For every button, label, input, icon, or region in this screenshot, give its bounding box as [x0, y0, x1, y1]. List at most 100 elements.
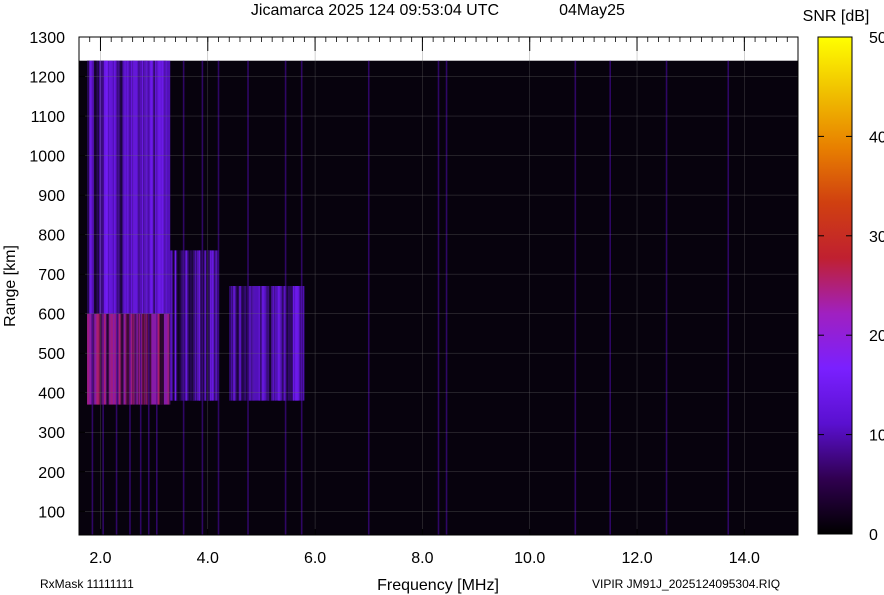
heatmap-streak [142, 313, 145, 405]
plot-area [78, 36, 799, 536]
heatmap-streak [180, 250, 183, 401]
y-tick-label: 800 [38, 228, 65, 245]
y-tick-label: 600 [38, 307, 65, 324]
x-tick-label: 2.0 [89, 550, 111, 567]
interference-line [367, 60, 370, 535]
heatmap-streak [105, 60, 107, 314]
heatmap-streak [111, 313, 113, 405]
y-tick-label: 700 [38, 267, 65, 284]
interference-line [115, 60, 118, 535]
heatmap-streak [118, 313, 121, 405]
heatmap-streak [125, 313, 129, 405]
heatmap-streak [293, 286, 295, 401]
chart-date: 04May25 [559, 2, 625, 19]
x-tick-label: 4.0 [197, 550, 219, 567]
colorbar-tick-label: 10 [869, 428, 884, 445]
y-tick-label: 900 [38, 188, 65, 205]
heatmap-streak [157, 60, 160, 314]
interference-line [574, 60, 577, 535]
heatmap-streak [289, 286, 292, 401]
heatmap-streak [137, 313, 139, 405]
colorbar: SNR [dB] 0 10 20 30 40 50 [803, 8, 884, 544]
heatmap-streak [238, 286, 241, 401]
heatmap-streak [114, 60, 116, 314]
heatmap-streak [274, 286, 277, 401]
interference-line [609, 60, 612, 535]
heatmap-streak [164, 60, 167, 314]
heatmap-streak [249, 286, 252, 401]
colorbar-gradient [817, 36, 853, 535]
y-axis-label: Range [km] [2, 245, 19, 327]
colorbar-tick-label: 20 [869, 328, 884, 345]
heatmap-streak [121, 313, 124, 405]
heatmap-streak [95, 60, 98, 314]
heatmap-streak [157, 313, 160, 405]
heatmap-streak [193, 250, 196, 401]
heatmap-streak [266, 286, 269, 401]
heatmap-streak [236, 286, 239, 401]
heatmap-streak [162, 313, 164, 405]
heatmap-streak [172, 250, 175, 401]
heatmap-streak [162, 60, 164, 314]
heatmap-streak [104, 313, 106, 405]
colorbar-tick-label: 50 [869, 30, 884, 47]
interference-line [182, 60, 185, 535]
y-tick-label: 1300 [29, 30, 65, 47]
heatmap-streak [214, 250, 217, 401]
heatmap-streak [188, 250, 191, 401]
heatmap-layer [79, 60, 798, 535]
interference-line [91, 60, 94, 535]
heatmap-streak [242, 286, 246, 401]
heatmap-streak [171, 250, 173, 401]
heatmap-streak [111, 60, 113, 314]
heatmap-streak [261, 286, 265, 401]
x-tick-label: 6.0 [304, 550, 326, 567]
heatmap-streak [206, 250, 209, 401]
heatmap-streak [179, 250, 182, 401]
heatmap-streak [245, 286, 247, 401]
heatmap-streak [88, 60, 91, 314]
chart-title: Jicamarca 2025 124 09:53:04 UTC [251, 2, 499, 19]
heatmap-streak [167, 313, 170, 405]
x-axis-label: Frequency [MHz] [377, 577, 499, 594]
y-tick-label: 300 [38, 425, 65, 442]
heatmap-streak [233, 286, 235, 401]
interference-line [727, 60, 730, 535]
interference-line [284, 60, 287, 535]
colorbar-tick-label: 0 [869, 527, 878, 544]
interference-line [102, 60, 104, 535]
ionogram-figure: Jicamarca 2025 124 09:53:04 UTC 04May25 … [2, 2, 884, 594]
heatmap-streak [132, 313, 135, 405]
y-tick-label: 1100 [31, 109, 66, 126]
rx-mask-label: RxMask 11111111 [40, 577, 134, 591]
file-name-label: VIPIR JM91J_2025124095304.RIQ [592, 577, 780, 591]
heatmap-streak [268, 286, 272, 401]
colorbar-tick-label: 40 [869, 129, 884, 146]
interference-line [129, 60, 131, 535]
heatmap-streak [119, 60, 122, 314]
interference-line [247, 60, 249, 535]
interference-line [300, 60, 303, 535]
heatmap-streak [286, 286, 290, 401]
heatmap-streak [134, 60, 138, 314]
x-tick-label: 14.0 [729, 550, 760, 567]
heatmap-streak [131, 60, 134, 314]
interference-line [147, 60, 150, 535]
colorbar-label: SNR [dB] [803, 8, 870, 25]
heatmap-streak [209, 250, 212, 401]
heatmap-streak [297, 286, 300, 401]
heatmap-streak [196, 250, 199, 401]
heatmap-streak [177, 250, 180, 401]
colorbar-tick-label: 30 [869, 229, 884, 246]
heatmap-streak [87, 313, 90, 405]
x-tick-label: 10.0 [514, 550, 545, 567]
y-tick-label: 1000 [29, 149, 65, 166]
interference-line [139, 60, 142, 535]
interference-line [201, 60, 204, 535]
interference-line [437, 60, 440, 535]
heatmap-streak [134, 313, 137, 405]
heatmap-streak [98, 313, 101, 405]
interference-line [665, 60, 668, 535]
heatmap-streak [296, 286, 298, 401]
x-tick-label: 12.0 [621, 550, 652, 567]
